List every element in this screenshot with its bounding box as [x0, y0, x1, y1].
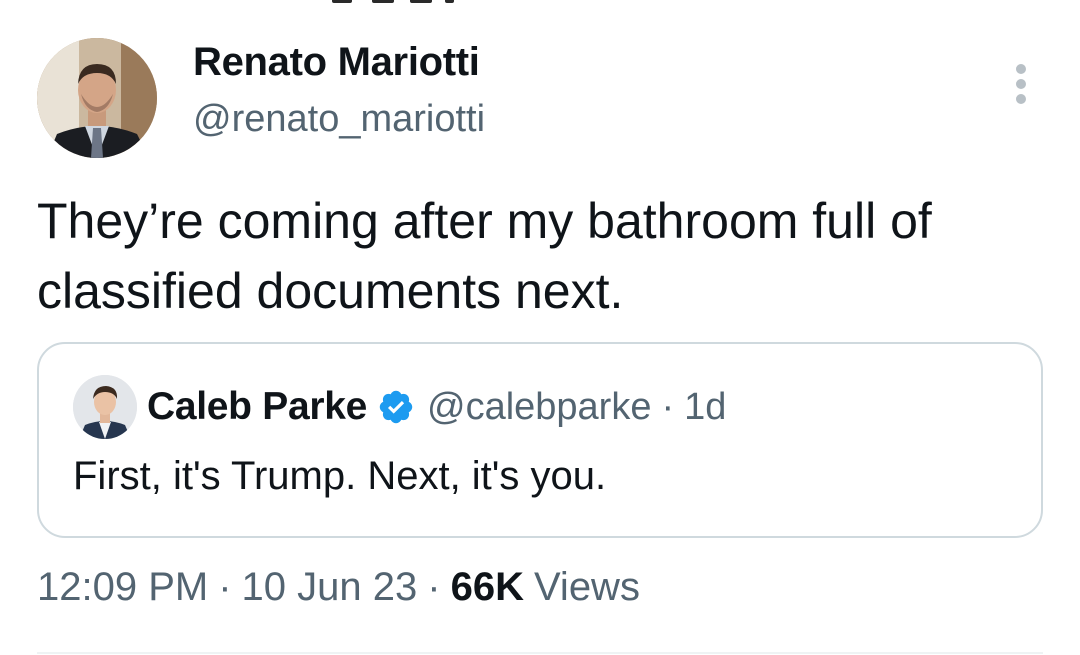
tweet-date[interactable]: 10 Jun 23 — [242, 565, 418, 610]
tweet-text-line: classified documents next. — [37, 263, 624, 319]
quoted-author-name[interactable]: Caleb Parke — [147, 385, 367, 429]
quoted-tweet-time[interactable]: 1d — [684, 386, 726, 429]
views-label: Views — [533, 565, 640, 609]
separator-dot: · — [661, 385, 675, 428]
tweet-time[interactable]: 12:09 PM — [37, 565, 208, 610]
quoted-tweet-header: Caleb Parke @calebparke · 1d — [147, 382, 726, 432]
tweet-text-line: They’re coming after my bathroom full of — [37, 193, 932, 249]
quoted-author-avatar[interactable] — [73, 375, 137, 439]
cropped-previous-content — [0, 0, 1080, 6]
quoted-tweet-card[interactable]: Caleb Parke @calebparke · 1d First, it's… — [37, 342, 1043, 538]
more-vertical-icon[interactable] — [1008, 64, 1034, 108]
author-avatar[interactable] — [37, 38, 157, 158]
tweet-text: They’re coming after my bathroom full of… — [37, 186, 1047, 326]
author-avatar-image — [37, 38, 157, 158]
views-count[interactable]: 66K — [451, 565, 524, 610]
separator-dot: · — [218, 565, 232, 609]
author-name[interactable]: Renato Mariotti — [193, 40, 480, 85]
quoted-tweet-text: First, it's Trump. Next, it's you. — [73, 454, 607, 498]
quoted-author-avatar-image — [73, 375, 137, 439]
author-handle[interactable]: @renato_mariotti — [193, 98, 485, 141]
separator-dot: · — [427, 565, 441, 609]
verified-badge-icon — [379, 390, 413, 424]
quoted-author-handle[interactable]: @calebparke — [427, 386, 651, 429]
divider — [37, 652, 1043, 654]
tweet-meta: 12:09 PM · 10 Jun 23 · 66K Views — [37, 565, 640, 610]
